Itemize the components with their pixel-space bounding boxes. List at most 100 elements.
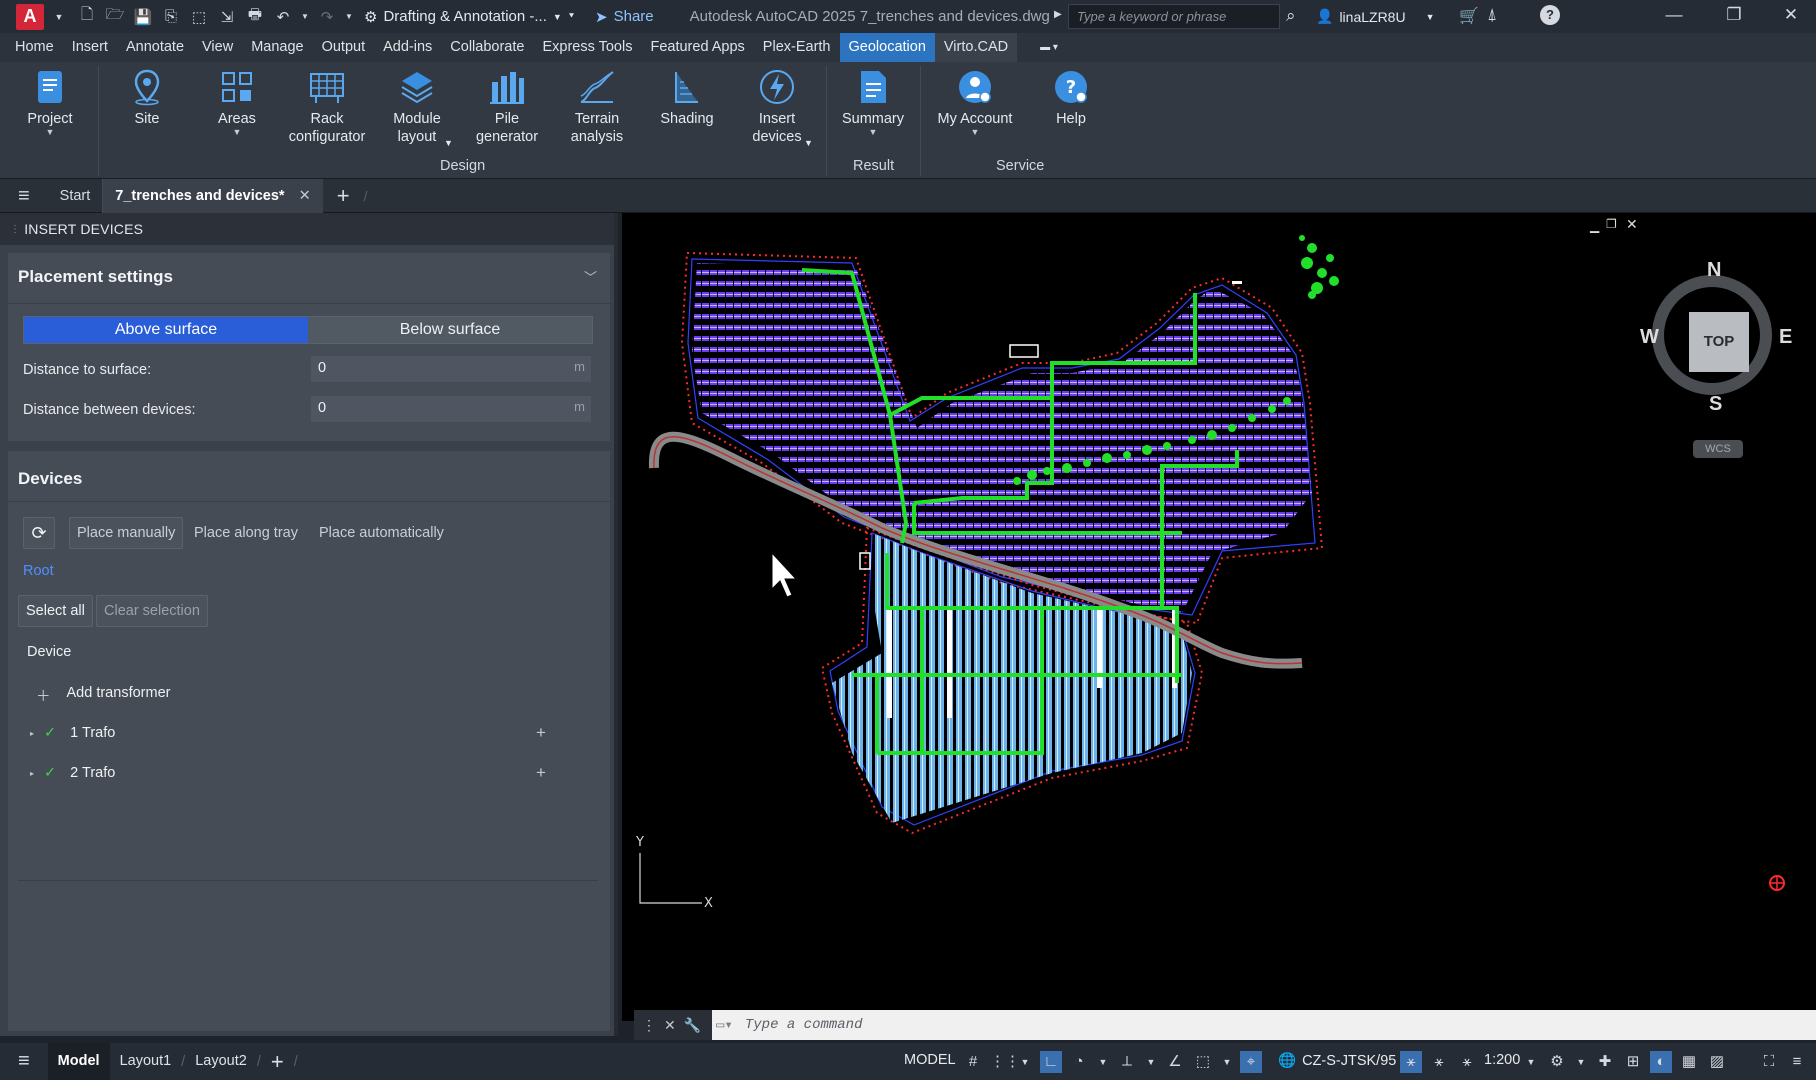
add-layout-button[interactable]: +: [261, 1043, 294, 1080]
chevron-down-icon[interactable]: ▼: [1014, 1051, 1036, 1073]
undo-icon[interactable]: ↶: [272, 6, 294, 28]
chevron-down-icon[interactable]: ▼: [1216, 1051, 1238, 1073]
site-drawing[interactable]: Y X: [622, 213, 1816, 1021]
tab-insert[interactable]: Insert: [63, 33, 117, 62]
object-snap-tracking-icon[interactable]: ⟂: [1116, 1051, 1138, 1073]
export-icon[interactable]: ⇲: [216, 6, 238, 28]
wrench-icon[interactable]: 🔧: [684, 1017, 701, 1034]
transformer-block[interactable]: [859, 552, 871, 570]
add-child-icon[interactable]: +: [536, 723, 546, 743]
device-row[interactable]: ▸ ✓ 1 Trafo: [30, 725, 115, 741]
tab-annotate[interactable]: Annotate: [117, 33, 193, 62]
select-all-button[interactable]: Select all: [18, 595, 93, 627]
site-button[interactable]: Site: [104, 68, 190, 128]
polar-icon[interactable]: ◔: [1068, 1051, 1090, 1073]
workspace-icon[interactable]: ⊞: [1622, 1051, 1644, 1073]
tab-geolocation[interactable]: Geolocation: [839, 33, 935, 62]
fullscreen-icon[interactable]: ⛶: [1758, 1051, 1780, 1073]
distance-to-surface-input[interactable]: 0 m: [311, 356, 591, 382]
close-icon[interactable]: ✕: [664, 1017, 676, 1034]
module-layout-button[interactable]: Module layout ▼: [374, 68, 460, 148]
add-child-icon[interactable]: +: [536, 763, 546, 783]
autocad-logo-icon[interactable]: A: [16, 3, 44, 30]
grid-icon[interactable]: #: [962, 1051, 984, 1073]
hardware-acceleration-icon[interactable]: ▦: [1678, 1051, 1700, 1073]
share-button[interactable]: ➤ Share: [595, 8, 654, 26]
expand-arrow-icon[interactable]: ▸: [30, 729, 34, 738]
compass-east[interactable]: E: [1779, 326, 1792, 349]
tab-start[interactable]: Start: [48, 178, 104, 213]
help-button[interactable]: ? Help: [1028, 68, 1114, 128]
model-space-toggle[interactable]: MODEL: [904, 1052, 956, 1068]
chevron-down-icon[interactable]: ▼: [1570, 1051, 1592, 1073]
ortho-icon[interactable]: ∟: [1040, 1051, 1062, 1073]
above-surface-option[interactable]: Above surface: [24, 317, 308, 343]
menu-icon[interactable]: ≡: [0, 179, 48, 213]
compass-north[interactable]: N: [1707, 259, 1721, 282]
tab-featured-apps[interactable]: Featured Apps: [641, 33, 753, 62]
chevron-right-icon[interactable]: ▶: [1054, 9, 1062, 20]
close-icon[interactable]: ✕: [299, 179, 311, 213]
ribbon-toggle-button[interactable]: ▬ ▾: [1031, 33, 1067, 62]
clean-screen-toggle-icon[interactable]: ▨: [1706, 1051, 1728, 1073]
clear-selection-button[interactable]: Clear selection: [96, 595, 208, 627]
annotation-visibility-icon[interactable]: ⚹: [1400, 1051, 1422, 1073]
tab-model[interactable]: Model: [47, 1043, 110, 1080]
close-viewport-icon[interactable]: ✕: [1626, 216, 1638, 233]
isolate-objects-icon[interactable]: ◐: [1650, 1051, 1672, 1073]
place-along-tray-button[interactable]: Place along tray: [186, 517, 306, 549]
summary-button[interactable]: Summary ▼: [830, 68, 916, 137]
search-input[interactable]: Type a keyword or phrase: [1068, 4, 1280, 29]
transformer-block[interactable]: [1009, 344, 1039, 358]
terrain-analysis-button[interactable]: Terrain analysis: [554, 68, 640, 146]
drawing-canvas[interactable]: Y X ▁ ❐ ✕ TOP N S E W WCS: [622, 213, 1816, 1021]
object-snap-icon[interactable]: ∠: [1164, 1051, 1186, 1073]
search-icon[interactable]: ⌕: [1286, 6, 1296, 26]
help-icon[interactable]: ?: [1540, 5, 1560, 25]
plot-icon[interactable]: 🖶: [244, 6, 266, 28]
project-button[interactable]: Project ▼: [7, 68, 93, 137]
below-surface-option[interactable]: Below surface: [308, 317, 592, 343]
tab-document[interactable]: 7_trenches and devices* ✕: [103, 178, 323, 213]
rack-configurator-button[interactable]: Rack configurator: [284, 68, 370, 146]
autodesk-a360-icon[interactable]: ⍋: [1487, 5, 1497, 25]
place-automatically-button[interactable]: Place automatically: [311, 517, 452, 549]
device-row[interactable]: ▸ ✓ 2 Trafo: [30, 765, 115, 781]
tab-output[interactable]: Output: [313, 33, 375, 62]
coordinate-system[interactable]: 🌐 CZ-S-JTSK/95: [1278, 1052, 1396, 1070]
grip-icon[interactable]: ⋮: [642, 1017, 656, 1034]
tab-collaborate[interactable]: Collaborate: [441, 33, 533, 62]
gear-icon[interactable]: ⚙: [1546, 1051, 1568, 1073]
tab-add-ins[interactable]: Add-ins: [374, 33, 441, 62]
new-file-icon[interactable]: 🗋: [76, 6, 98, 28]
place-manually-button[interactable]: Place manually: [69, 517, 184, 549]
annotation-scale-icon[interactable]: ⚹: [1456, 1051, 1478, 1073]
restore-icon[interactable]: ❐: [1723, 5, 1745, 27]
grip-icon[interactable]: ⋮: [10, 224, 20, 235]
minimize-icon[interactable]: —: [1663, 5, 1685, 27]
workspace-switcher[interactable]: ⚙ Drafting & Annotation -... ▼ ⯆: [364, 8, 575, 26]
chevron-down-icon[interactable]: ▼: [48, 6, 70, 28]
distance-between-devices-input[interactable]: 0 m: [311, 396, 591, 422]
chevron-down-icon[interactable]: ▼: [1140, 1051, 1162, 1073]
snap-icon[interactable]: ⋮⋮: [990, 1051, 1020, 1073]
viewcube-top-face[interactable]: TOP: [1689, 312, 1749, 372]
wcs-menu[interactable]: WCS: [1693, 440, 1743, 458]
my-account-button[interactable]: My Account ▼: [930, 68, 1020, 137]
chevron-down-icon[interactable]: ▼: [1092, 1051, 1114, 1073]
expand-arrow-icon[interactable]: ▸: [30, 769, 34, 778]
root-breadcrumb[interactable]: Root: [23, 563, 54, 579]
new-tab-button[interactable]: +: [323, 179, 364, 213]
add-transformer-row[interactable]: ＋ Add transformer: [36, 685, 170, 706]
save-icon[interactable]: 💾: [132, 6, 154, 28]
tab-layout2[interactable]: Layout2: [185, 1043, 257, 1080]
plus-icon[interactable]: ✚: [1594, 1051, 1616, 1073]
chevron-down-icon[interactable]: ▼: [300, 6, 310, 28]
redo-icon[interactable]: ↷: [316, 6, 338, 28]
open-folder-icon[interactable]: 🗁: [104, 6, 126, 28]
tab-home[interactable]: Home: [6, 33, 63, 62]
tab-plex-earth[interactable]: Plex-Earth: [754, 33, 840, 62]
user-account[interactable]: 👤 linaLZR8U ▼: [1316, 8, 1435, 25]
restore-viewport-icon[interactable]: ❐: [1606, 217, 1617, 231]
pile-generator-button[interactable]: Pile generator: [464, 68, 550, 146]
